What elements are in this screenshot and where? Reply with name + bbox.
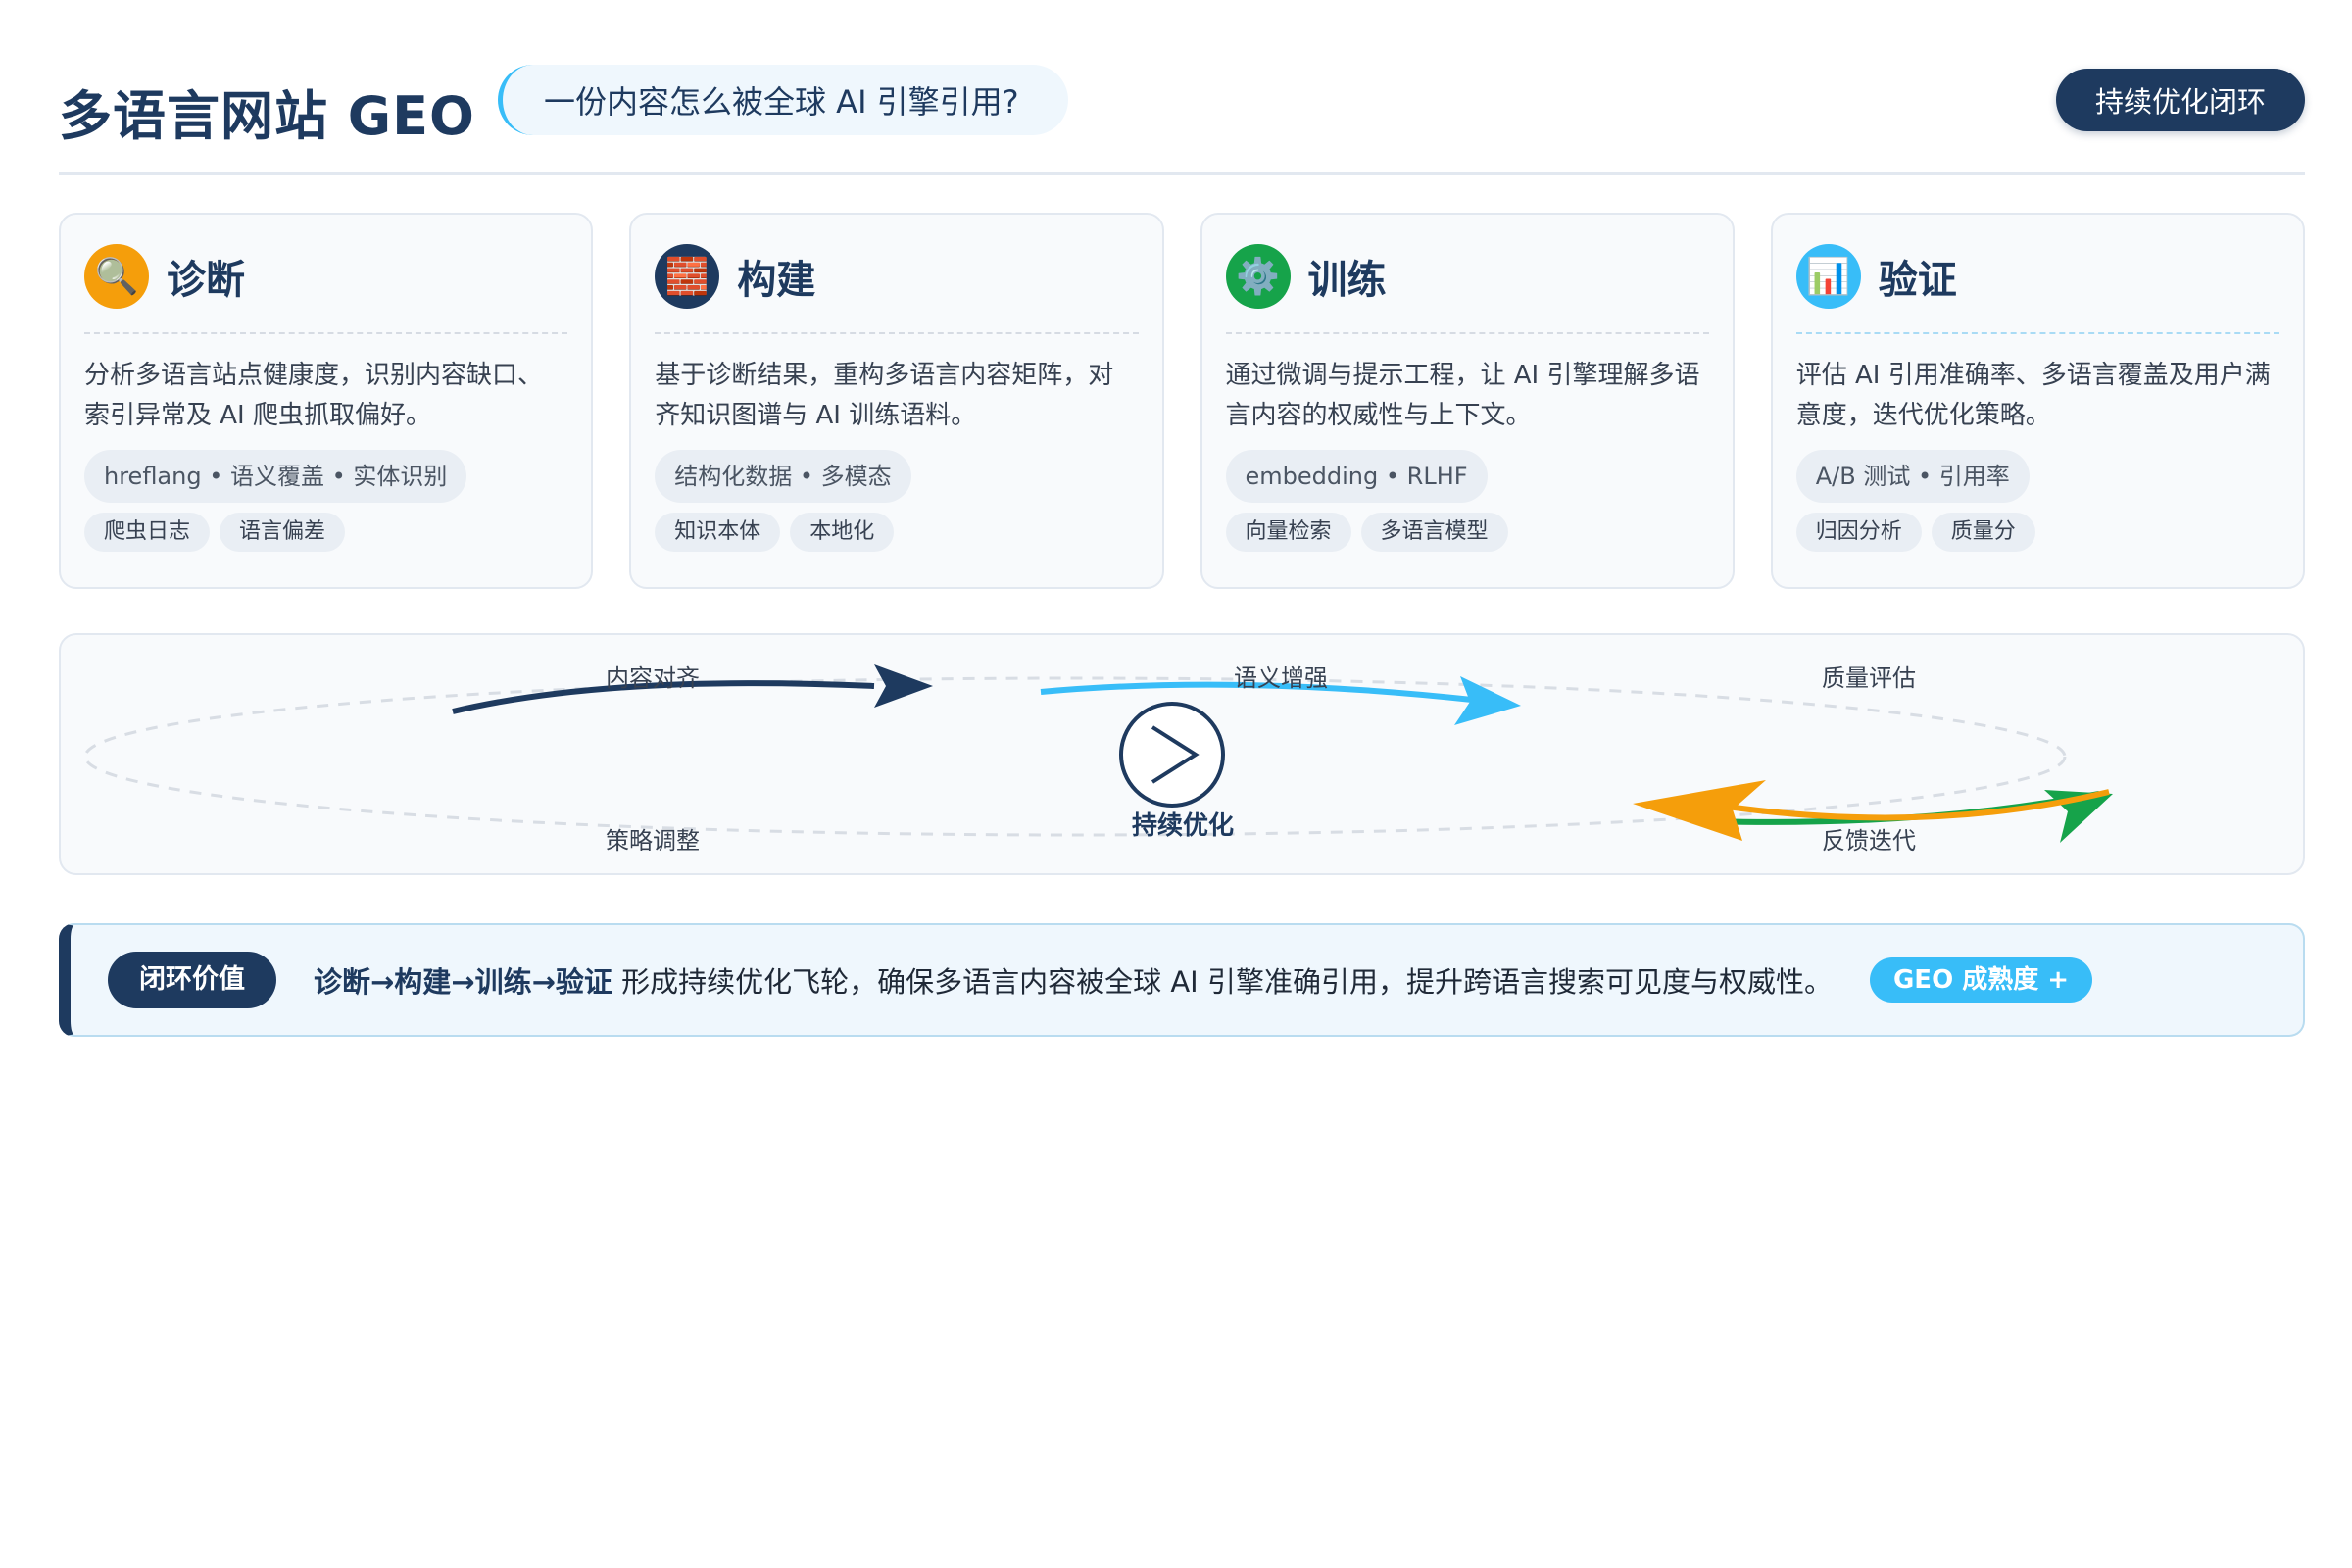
subtitle-pill: 一份内容怎么被全球 AI 引擎引用? [498,65,1068,135]
header: 多语言网站 GEO 一份内容怎么被全球 AI 引擎引用? 持续优化闭环 [59,59,2305,176]
bricks-icon: 🧱 [655,244,720,309]
card-keywords: embedding • RLHF [1225,450,1488,503]
stage-cards: 🔍 诊断 分析多语言站点健康度，识别内容缺口、索引异常及 AI 爬虫抓取偏好。 … [59,213,2305,589]
card-divider [1225,332,1709,334]
card-title: 构建 [737,258,816,303]
card-description: 评估 AI 引用准确率、多语言覆盖及用户满意度，迭代优化策略。 [1795,361,2271,430]
card-description: 分析多语言站点健康度，识别内容缺口、索引异常及 AI 爬虫抓取偏好。 [84,361,544,430]
tag: 知识本体 [655,513,781,552]
card-diagnose: 🔍 诊断 分析多语言站点健康度，识别内容缺口、索引异常及 AI 爬虫抓取偏好。 … [59,213,594,589]
optimization-cycle-panel: 内容对齐 语义增强 质量评估 策略调整 反馈迭代 持续优化 [59,633,2305,875]
tag: 本地化 [790,513,895,552]
arrow-feedback-orange [1706,789,2110,821]
geo-maturity-chip[interactable]: GEO 成熟度 + [1869,957,2093,1003]
continuous-loop-button[interactable]: 持续优化闭环 [2055,69,2305,131]
tag: 向量检索 [1225,513,1351,552]
header-divider [59,172,2305,175]
summary-text: 诊断→构建→训练→验证 形成持续优化飞轮，确保多语言内容被全球 AI 引擎准确引… [314,959,1833,1001]
card-train: ⚙️ 训练 通过微调与提示工程，让 AI 引擎理解多语言内容的权威性与上下文。 … [1200,213,1735,589]
card-divider [1795,332,2279,334]
cycle-label-semantic-boost: 语义增强 [1234,664,1328,692]
summary-body: 形成持续优化飞轮，确保多语言内容被全球 AI 引擎准确引用，提升跨语言搜索可见度… [612,965,1833,999]
card-divider [655,332,1139,334]
gear-icon: ⚙️ [1225,244,1291,309]
card-title: 诊断 [167,258,245,303]
card-title: 验证 [1878,258,1957,303]
summary-banner: 闭环价值 诊断→构建→训练→验证 形成持续优化飞轮，确保多语言内容被全球 AI … [59,923,2305,1037]
card-divider [84,332,568,334]
card-title: 训练 [1307,258,1387,303]
page-title: 多语言网站 GEO [59,85,475,147]
summary-badge: 闭环价值 [108,952,276,1008]
arrow-head-navy [874,664,933,708]
magnifier-icon: 🔍 [84,244,149,309]
cycle-label-content-align: 内容对齐 [606,664,700,692]
tag: 归因分析 [1795,513,1922,552]
card-build: 🧱 构建 基于诊断结果，重构多语言内容矩阵，对齐知识图谱与 AI 训练语料。 结… [629,213,1164,589]
cycle-label-strategy-adjust: 策略调整 [606,827,700,855]
card-keywords: 结构化数据 • 多模态 [655,450,911,503]
card-description: 通过微调与提示工程，让 AI 引擎理解多语言内容的权威性与上下文。 [1225,361,1700,430]
card-keywords: hreflang • 语义覆盖 • 实体识别 [84,450,467,503]
play-icon [1119,702,1225,808]
cycle-label-feedback-iterate: 反馈迭代 [1822,827,1916,855]
card-description: 基于诊断结果，重构多语言内容矩阵，对齐知识图谱与 AI 训练语料。 [655,361,1114,430]
cycle-center-label: 持续优化 [1131,811,1235,841]
bar-chart-icon: 📊 [1795,244,1861,309]
tag: 语言偏差 [220,513,346,552]
tag: 爬虫日志 [84,513,211,552]
summary-flow: 诊断→构建→训练→验证 [314,965,612,999]
tag: 质量分 [1931,513,2035,552]
cycle-label-quality-eval: 质量评估 [1822,664,1916,692]
tag: 多语言模型 [1360,513,1508,552]
card-verify: 📊 验证 评估 AI 引用准确率、多语言覆盖及用户满意度，迭代优化策略。 A/B… [1770,213,2305,589]
card-keywords: A/B 测试 • 引用率 [1795,450,2030,503]
